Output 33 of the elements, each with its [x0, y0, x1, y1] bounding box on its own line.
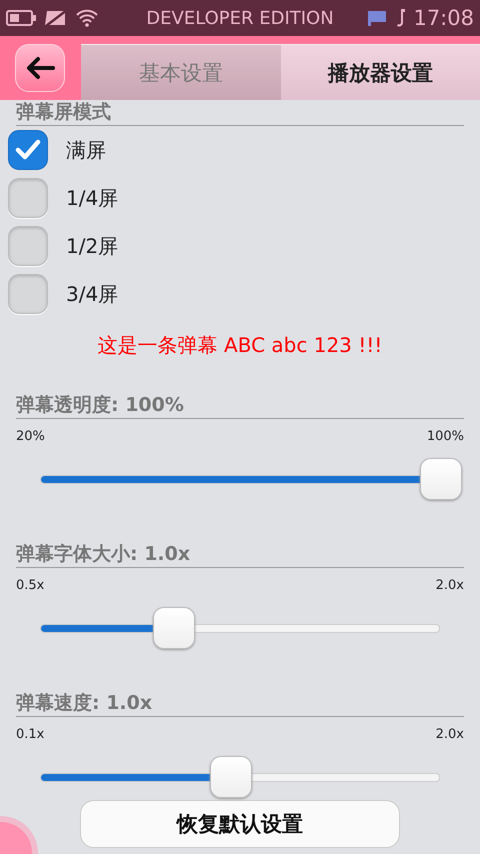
max-label: 100%	[426, 429, 464, 444]
checkbox[interactable]	[8, 178, 48, 218]
music-note-icon	[394, 8, 406, 28]
section-title: 弹幕速度: 1.0x	[16, 691, 154, 715]
min-label: 0.5x	[16, 578, 44, 593]
section-title: 弹幕透明度: 100%	[16, 393, 185, 417]
tab[interactable]: 播放器设置	[280, 44, 480, 100]
checkbox[interactable]	[8, 226, 48, 266]
section-title: 弹幕屏模式	[16, 100, 112, 124]
battery-icon	[6, 9, 36, 27]
flag-icon	[367, 9, 388, 27]
max-label: 2.0x	[436, 727, 464, 742]
option-label: 1/4屏	[66, 184, 118, 212]
status-title: DEVELOPER EDITION	[146, 8, 334, 28]
clock-time: 17:08	[413, 6, 474, 30]
slider-thumb[interactable]	[153, 607, 196, 649]
back-button[interactable]	[15, 44, 65, 92]
checkbox[interactable]	[8, 274, 48, 314]
section-title: 弹幕字体大小: 1.0x	[16, 542, 192, 566]
back-arrow-icon	[25, 56, 55, 80]
slider-thumb[interactable]	[210, 756, 252, 798]
wifi-icon	[76, 9, 98, 27]
option-label: 1/2屏	[66, 232, 118, 260]
danmaku-preview-text: 这是一条弹幕 ABC abc 123 !!!	[96, 332, 384, 359]
option-label: 3/4屏	[66, 280, 118, 308]
min-label: 20%	[16, 429, 45, 444]
reset-button[interactable]: 恢复默认设置	[80, 800, 400, 848]
max-label: 2.0x	[436, 578, 464, 593]
slider-thumb[interactable]	[420, 458, 462, 500]
min-label: 0.1x	[16, 727, 44, 742]
checkbox[interactable]	[8, 130, 48, 170]
checkmark-icon	[15, 139, 41, 161]
option-label: 满屏	[66, 136, 106, 164]
